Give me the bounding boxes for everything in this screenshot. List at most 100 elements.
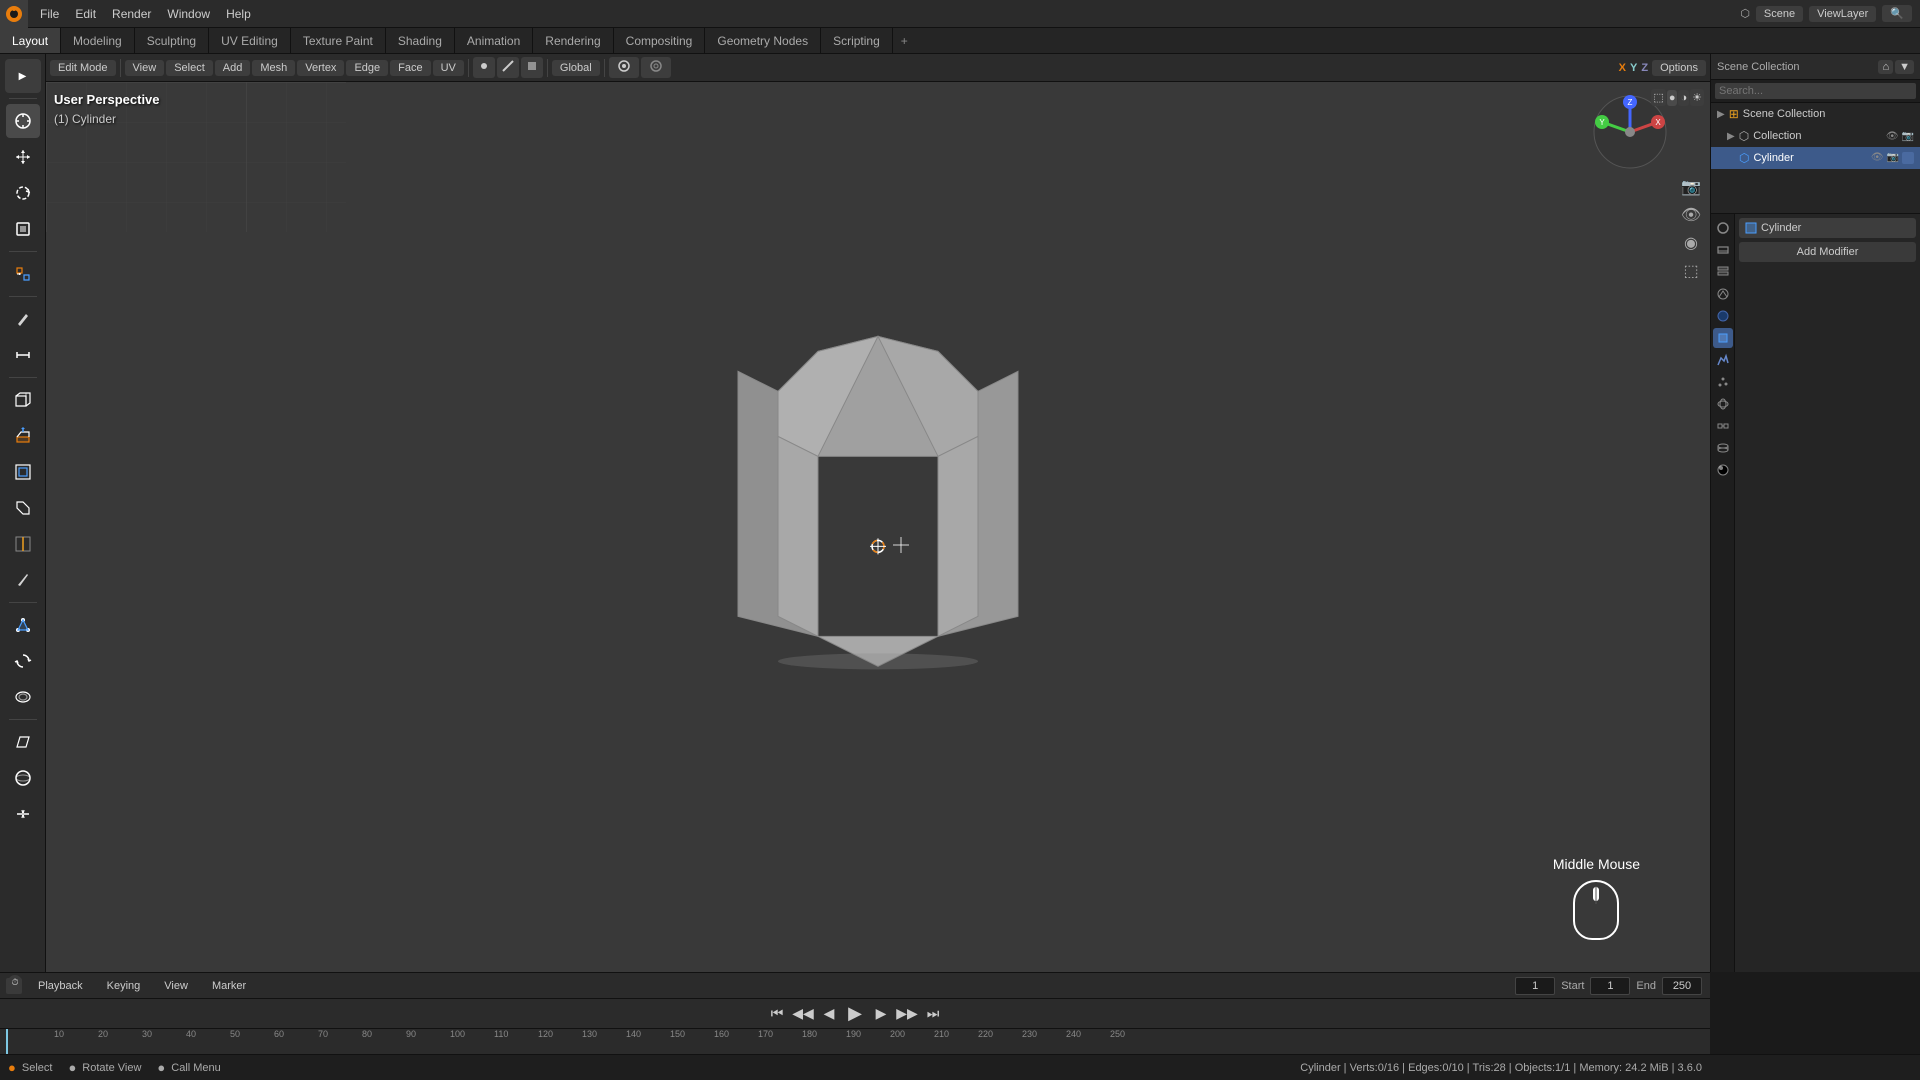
rip-tool[interactable] xyxy=(6,797,40,831)
tab-geometry-nodes[interactable]: Geometry Nodes xyxy=(705,28,821,53)
proportional-btn[interactable] xyxy=(641,57,671,78)
view-menu[interactable]: View xyxy=(156,978,196,994)
prop-tab-physics[interactable] xyxy=(1713,394,1733,414)
add-cube-tool[interactable] xyxy=(6,383,40,417)
scene-selector[interactable]: Scene xyxy=(1756,6,1803,22)
mode-selector-btn[interactable]: ▶ xyxy=(5,59,41,93)
outliner-item-cylinder[interactable]: ⬡ Cylinder 👁 📷 xyxy=(1711,147,1920,169)
jump-to-end-btn[interactable]: ⏭ xyxy=(922,1003,944,1025)
prop-tab-world[interactable] xyxy=(1713,306,1733,326)
header-mesh-btn[interactable]: Mesh xyxy=(252,60,295,76)
header-face-btn[interactable]: Face xyxy=(390,60,430,76)
loop-cut-tool[interactable] xyxy=(6,527,40,561)
timeline-clock-icon[interactable]: ⏱ xyxy=(8,975,22,989)
tab-animation[interactable]: Animation xyxy=(455,28,533,53)
xray-btn[interactable]: ⬚ xyxy=(1680,260,1702,282)
shear-tool[interactable] xyxy=(6,725,40,759)
cursor-tool[interactable] xyxy=(6,104,40,138)
next-frame-btn[interactable]: ▶▶ xyxy=(896,1003,918,1025)
menu-file[interactable]: File xyxy=(32,3,67,25)
header-select-btn[interactable]: Select xyxy=(166,60,213,76)
smooth-tool[interactable] xyxy=(6,680,40,714)
prop-tab-scene[interactable] xyxy=(1713,284,1733,304)
prop-tab-view-layer[interactable] xyxy=(1713,262,1733,282)
header-view-btn[interactable]: View xyxy=(125,60,165,76)
options-menu-btn[interactable]: Options xyxy=(1652,60,1706,76)
measure-tool[interactable] xyxy=(6,338,40,372)
prop-tab-render[interactable] xyxy=(1713,218,1733,238)
vertex-select-btn[interactable] xyxy=(473,57,495,78)
prop-tab-object[interactable] xyxy=(1713,328,1733,348)
transform-tool[interactable] xyxy=(6,257,40,291)
current-frame-input[interactable] xyxy=(1515,977,1555,995)
tab-texture-paint[interactable]: Texture Paint xyxy=(291,28,386,53)
keying-menu[interactable]: Keying xyxy=(99,978,149,994)
header-vertex-btn[interactable]: Vertex xyxy=(297,60,344,76)
prop-tab-modifiers[interactable] xyxy=(1713,350,1733,370)
menu-render[interactable]: Render xyxy=(104,3,159,25)
header-uv-btn[interactable]: UV xyxy=(433,60,464,76)
prev-frame-btn[interactable]: ◀◀ xyxy=(792,1003,814,1025)
search-btn[interactable]: 🔍 xyxy=(1882,5,1912,22)
camera-view-btn[interactable]: 📷 xyxy=(1680,176,1702,198)
tab-sculpting[interactable]: Sculpting xyxy=(135,28,209,53)
tab-shading[interactable]: Shading xyxy=(386,28,455,53)
prev-keyframe-btn[interactable]: ◀ xyxy=(818,1003,840,1025)
outliner-options-btn[interactable]: ▼ xyxy=(1895,60,1914,74)
spin-tool[interactable] xyxy=(6,644,40,678)
material-shading-btn[interactable]: ◑ xyxy=(1678,90,1689,106)
edge-select-btn[interactable] xyxy=(497,57,519,78)
header-add-btn[interactable]: Add xyxy=(215,60,251,76)
prop-tab-material[interactable] xyxy=(1713,460,1733,480)
prop-tab-particles[interactable] xyxy=(1713,372,1733,392)
start-frame-input[interactable] xyxy=(1590,977,1630,995)
bevel-tool[interactable] xyxy=(6,491,40,525)
inset-tool[interactable] xyxy=(6,455,40,489)
outliner-search[interactable] xyxy=(1715,83,1916,99)
extrude-tool[interactable] xyxy=(6,419,40,453)
outliner-filter-btn[interactable]: ⌂ xyxy=(1878,60,1893,74)
viewport-shading-btn[interactable]: 👁 xyxy=(1680,204,1702,226)
end-frame-input[interactable] xyxy=(1662,977,1702,995)
tab-scripting[interactable]: Scripting xyxy=(821,28,893,53)
app-logo[interactable] xyxy=(0,0,28,28)
prop-tab-constraints[interactable] xyxy=(1713,416,1733,436)
playback-menu[interactable]: Playback xyxy=(30,978,91,994)
poly-build-tool[interactable] xyxy=(6,608,40,642)
move-tool[interactable] xyxy=(6,140,40,174)
outliner-item-scene-collection[interactable]: ▶ ⊞ Scene Collection xyxy=(1711,103,1920,125)
tab-compositing[interactable]: Compositing xyxy=(614,28,706,53)
jump-to-start-btn[interactable]: ⏮ xyxy=(766,1003,788,1025)
header-edge-btn[interactable]: Edge xyxy=(346,60,388,76)
face-select-btn[interactable] xyxy=(521,57,543,78)
tab-uv-editing[interactable]: UV Editing xyxy=(209,28,291,53)
tab-modeling[interactable]: Modeling xyxy=(61,28,135,53)
add-workspace-btn[interactable]: + xyxy=(893,30,916,52)
prop-tab-data[interactable] xyxy=(1713,438,1733,458)
prop-tab-output[interactable] xyxy=(1713,240,1733,260)
add-modifier-button[interactable]: Add Modifier xyxy=(1739,242,1916,262)
solid-shading-btn[interactable]: ● xyxy=(1667,90,1678,106)
next-keyframe-btn[interactable]: ▶ xyxy=(870,1003,892,1025)
marker-menu[interactable]: Marker xyxy=(204,978,254,994)
annotate-tool[interactable] xyxy=(6,302,40,336)
3d-viewport[interactable]: User Perspective (1) Cylinder xyxy=(46,82,1710,972)
wireframe-shading-btn[interactable]: ⬚ xyxy=(1651,89,1665,106)
rendered-shading-btn[interactable]: ☀ xyxy=(1690,89,1704,106)
to-sphere-tool[interactable] xyxy=(6,761,40,795)
viewlayer-selector[interactable]: ViewLayer xyxy=(1809,6,1876,22)
play-btn[interactable]: ▶ xyxy=(844,1003,866,1025)
tab-layout[interactable]: Layout xyxy=(0,28,61,53)
viewport-overlay-btn[interactable]: ◉ xyxy=(1680,232,1702,254)
menu-help[interactable]: Help xyxy=(218,3,259,25)
tab-rendering[interactable]: Rendering xyxy=(533,28,613,53)
outliner-item-collection[interactable]: ▶ ⬡ Collection 👁 📷 xyxy=(1711,125,1920,147)
menu-edit[interactable]: Edit xyxy=(67,3,104,25)
rotate-tool[interactable] xyxy=(6,176,40,210)
knife-tool[interactable] xyxy=(6,563,40,597)
snapping-btn[interactable] xyxy=(609,57,639,78)
transform-orientation-dropdown[interactable]: Global xyxy=(552,60,600,76)
menu-window[interactable]: Window xyxy=(159,3,218,25)
viewport-mode-dropdown[interactable]: Edit Mode xyxy=(50,60,116,76)
scale-tool[interactable] xyxy=(6,212,40,246)
